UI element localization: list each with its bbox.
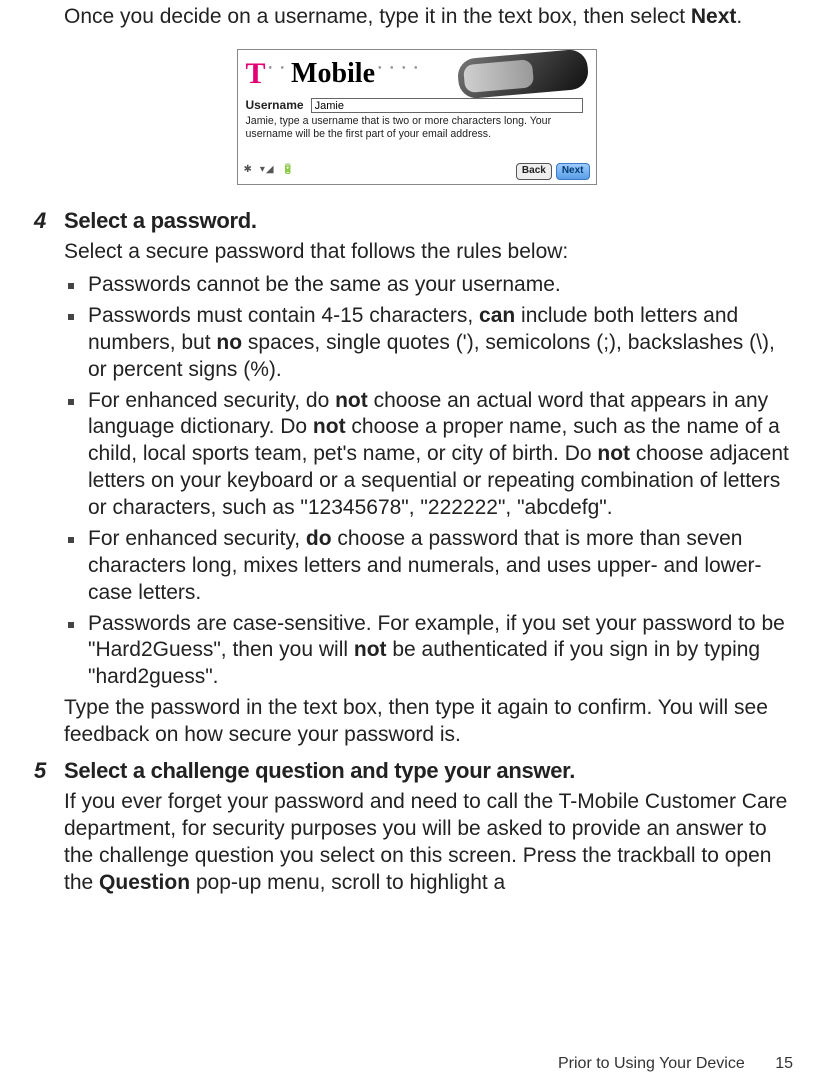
rule-bold: do	[306, 527, 332, 550]
rule-bold: can	[479, 304, 515, 327]
next-button[interactable]: Next	[556, 163, 590, 180]
rule-bold: not	[313, 415, 346, 438]
rule-text: Passwords cannot be the same as your use…	[88, 273, 561, 296]
rule-bold: not	[597, 442, 630, 465]
logo-dots-icon: • • • •	[378, 63, 421, 76]
username-hint: Jamie, type a username that is two or mo…	[246, 115, 588, 141]
list-item: Passwords are case-sensitive. For exampl…	[64, 611, 799, 692]
footer-section: Prior to Using Your Device	[558, 1055, 745, 1072]
rule-text: For enhanced security, do	[88, 389, 335, 412]
step-5-title: Select a challenge question and type you…	[64, 757, 575, 785]
step-4-header: 4 Select a password.	[34, 207, 799, 235]
rule-bold: not	[354, 638, 387, 661]
intro-pre: Once you decide on a username, type it i…	[64, 5, 691, 28]
rule-text: For enhanced security,	[88, 527, 306, 550]
intro-bold: Next	[691, 5, 737, 28]
rule-bold: no	[216, 331, 242, 354]
tmobile-wordmark: Mobile	[291, 56, 375, 92]
page-number: 15	[775, 1055, 793, 1072]
step-4-title: Select a password.	[64, 207, 257, 235]
intro-paragraph: Once you decide on a username, type it i…	[64, 4, 799, 31]
list-item: For enhanced security, do not choose an …	[64, 388, 799, 522]
back-button[interactable]: Back	[516, 163, 552, 180]
step-4-tail: Type the password in the text box, then …	[64, 695, 799, 749]
list-item: Passwords cannot be the same as your use…	[64, 272, 799, 299]
step-4-number: 4	[34, 207, 64, 235]
logo-dots-icon: • •	[269, 63, 288, 76]
step-5-body: If you ever forget your password and nee…	[64, 789, 799, 897]
page-footer: Prior to Using Your Device 15	[558, 1054, 793, 1074]
step-4-lead: Select a secure password that follows th…	[64, 239, 799, 266]
intro-post: .	[736, 5, 742, 28]
device-screenshot: T • • Mobile • • • • Username Jamie, typ…	[237, 49, 597, 185]
step-5-header: 5 Select a challenge question and type y…	[34, 757, 799, 785]
status-icons: ✱ ▾◢ 🔋	[244, 165, 296, 178]
step-5-number: 5	[34, 757, 64, 785]
step-5-text: pop-up menu, scroll to highlight a	[190, 871, 505, 894]
step-5-bold: Question	[99, 871, 190, 894]
username-label: Username	[246, 98, 304, 112]
phone-device-icon	[456, 48, 589, 99]
list-item: For enhanced security, do choose a passw…	[64, 526, 799, 607]
password-rules-list: Passwords cannot be the same as your use…	[64, 272, 799, 691]
tmobile-t-logo: T	[246, 55, 266, 93]
username-input[interactable]	[311, 98, 583, 113]
list-item: Passwords must contain 4-15 characters, …	[64, 303, 799, 384]
screenshot-header: T • • Mobile • • • •	[238, 50, 596, 96]
rule-bold: not	[335, 389, 368, 412]
rule-text: Passwords must contain 4-15 characters,	[88, 304, 479, 327]
